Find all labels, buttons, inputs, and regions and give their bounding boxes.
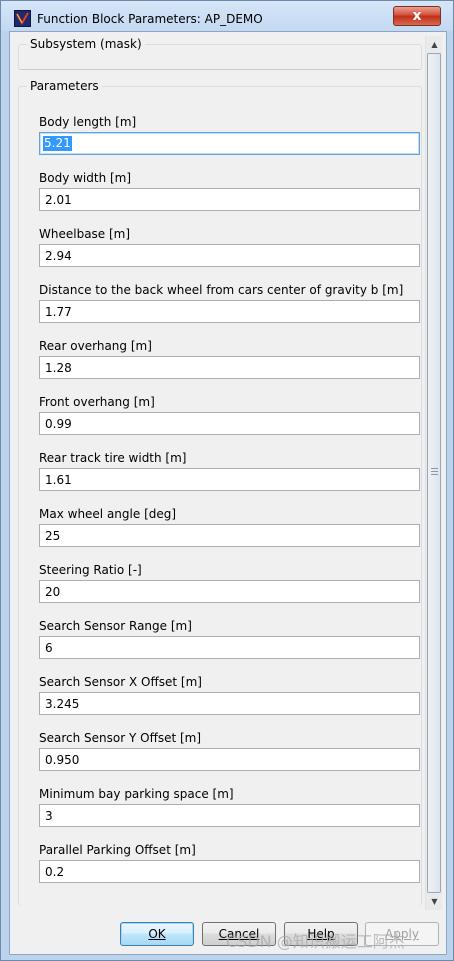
param-input-sensor-x-offset[interactable] — [39, 692, 420, 715]
scroll-down-icon[interactable]: ▼ — [426, 893, 443, 910]
param-label-steering-ratio: Steering Ratio [-] — [39, 563, 142, 577]
close-button[interactable]: x — [393, 6, 441, 26]
param-label-sensor-x-offset: Search Sensor X Offset [m] — [39, 675, 202, 689]
param-label-parallel-offset: Parallel Parking Offset [m] — [39, 843, 196, 857]
param-input-sensor-y-offset[interactable] — [39, 748, 420, 771]
param-label-max-wheel-angle: Max wheel angle [deg] — [39, 507, 177, 521]
param-label-sensor-y-offset: Search Sensor Y Offset [m] — [39, 731, 202, 745]
window-title: Function Block Parameters: AP_DEMO — [37, 12, 263, 26]
param-input-sensor-range[interactable] — [39, 636, 420, 659]
parameters-group-legend: Parameters — [27, 79, 102, 93]
param-label-sensor-range: Search Sensor Range [m] — [39, 619, 192, 633]
param-label-rear-track-width: Rear track tire width [m] — [39, 451, 187, 465]
param-input-max-wheel-angle[interactable] — [39, 524, 420, 547]
dialog-client-area: Subsystem (mask) Parameters Body length … — [9, 31, 447, 955]
param-input-rear-overhang[interactable] — [39, 356, 420, 379]
param-input-front-overhang[interactable] — [39, 412, 420, 435]
param-label-body-length: Body length [m] — [39, 115, 137, 129]
param-label-rear-overhang: Rear overhang [m] — [39, 339, 152, 353]
param-label-front-overhang: Front overhang [m] — [39, 395, 155, 409]
scrollbar-thumb[interactable] — [427, 53, 441, 893]
thumb-grip-icon — [431, 468, 438, 476]
param-input-body-length[interactable]: 5.21 — [39, 132, 420, 155]
close-icon: x — [412, 8, 422, 24]
title-bar[interactable]: Function Block Parameters: AP_DEMO x — [1, 1, 453, 31]
parameters-scroll-area: Subsystem (mask) Parameters Body length … — [16, 36, 426, 906]
param-label-body-width: Body width [m] — [39, 171, 132, 185]
param-label-min-bay-space: Minimum bay parking space [m] — [39, 787, 234, 801]
simulink-block-icon — [14, 10, 31, 27]
mask-group: Subsystem (mask) — [18, 37, 422, 70]
parameters-group: Parameters Body length [m] 5.21 Body wid… — [18, 79, 422, 906]
vertical-scrollbar[interactable]: ▲ ▼ — [425, 36, 442, 910]
param-input-min-bay-space[interactable] — [39, 804, 420, 827]
mask-group-legend: Subsystem (mask) — [27, 37, 145, 51]
param-input-parallel-offset[interactable] — [39, 860, 420, 883]
param-label-wheelbase: Wheelbase [m] — [39, 227, 131, 241]
dialog-window: Function Block Parameters: AP_DEMO x Sub… — [0, 0, 454, 961]
param-input-cg-distance[interactable] — [39, 300, 420, 323]
apply-button[interactable]: Apply — [365, 922, 439, 946]
cancel-button[interactable]: Cancel — [202, 922, 276, 946]
param-label-cg-distance: Distance to the back wheel from cars cen… — [39, 283, 404, 297]
param-input-rear-track-width[interactable] — [39, 468, 420, 491]
ok-button[interactable]: OK — [120, 922, 194, 946]
param-input-body-width[interactable] — [39, 188, 420, 211]
param-input-wheelbase[interactable] — [39, 244, 420, 267]
scroll-up-icon[interactable]: ▲ — [426, 36, 443, 53]
help-button[interactable]: Help — [284, 922, 358, 946]
param-input-steering-ratio[interactable] — [39, 580, 420, 603]
selected-value-text: 5.21 — [43, 136, 72, 151]
